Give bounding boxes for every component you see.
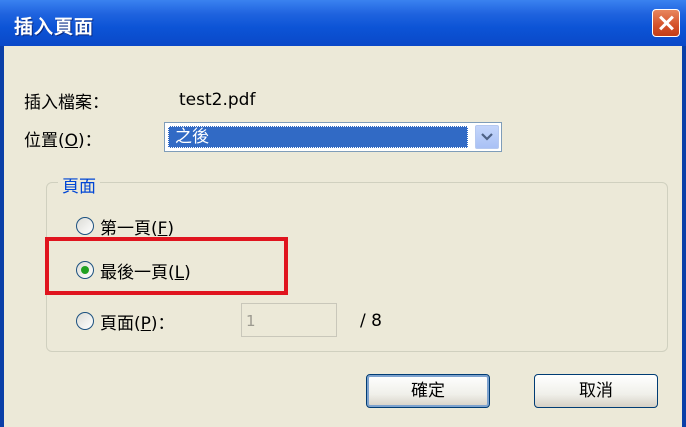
page-number-input[interactable]: 1 — [241, 303, 337, 337]
insert-pages-dialog: 插入頁面 插入檔案： test2.pdf 位置(O)： 之後 頁面 第一頁(F)… — [0, 0, 686, 427]
position-selected-value: 之後 — [168, 126, 468, 148]
insert-file-name: test2.pdf — [179, 90, 256, 110]
dialog-title: 插入頁面 — [14, 16, 95, 38]
radio-first-page[interactable] — [76, 217, 94, 235]
total-pages: / 8 — [360, 311, 382, 331]
annotation-highlight-box — [45, 237, 288, 295]
position-label: 位置(O)： — [24, 131, 102, 151]
pages-group-legend: 頁面 — [58, 172, 100, 197]
insert-file-label: 插入檔案： — [24, 93, 109, 113]
radio-page-range[interactable] — [76, 312, 94, 330]
ok-button[interactable]: 確定 — [366, 374, 490, 408]
chevron-down-icon[interactable] — [475, 125, 499, 149]
title-bar: 插入頁面 — [0, 0, 686, 46]
radio-page-range-label[interactable]: 頁面(P)： — [100, 309, 175, 334]
radio-first-page-label[interactable]: 第一頁(F) — [100, 214, 174, 239]
position-select[interactable]: 之後 — [164, 122, 502, 152]
cancel-button[interactable]: 取消 — [534, 374, 658, 408]
close-icon[interactable] — [652, 9, 680, 37]
